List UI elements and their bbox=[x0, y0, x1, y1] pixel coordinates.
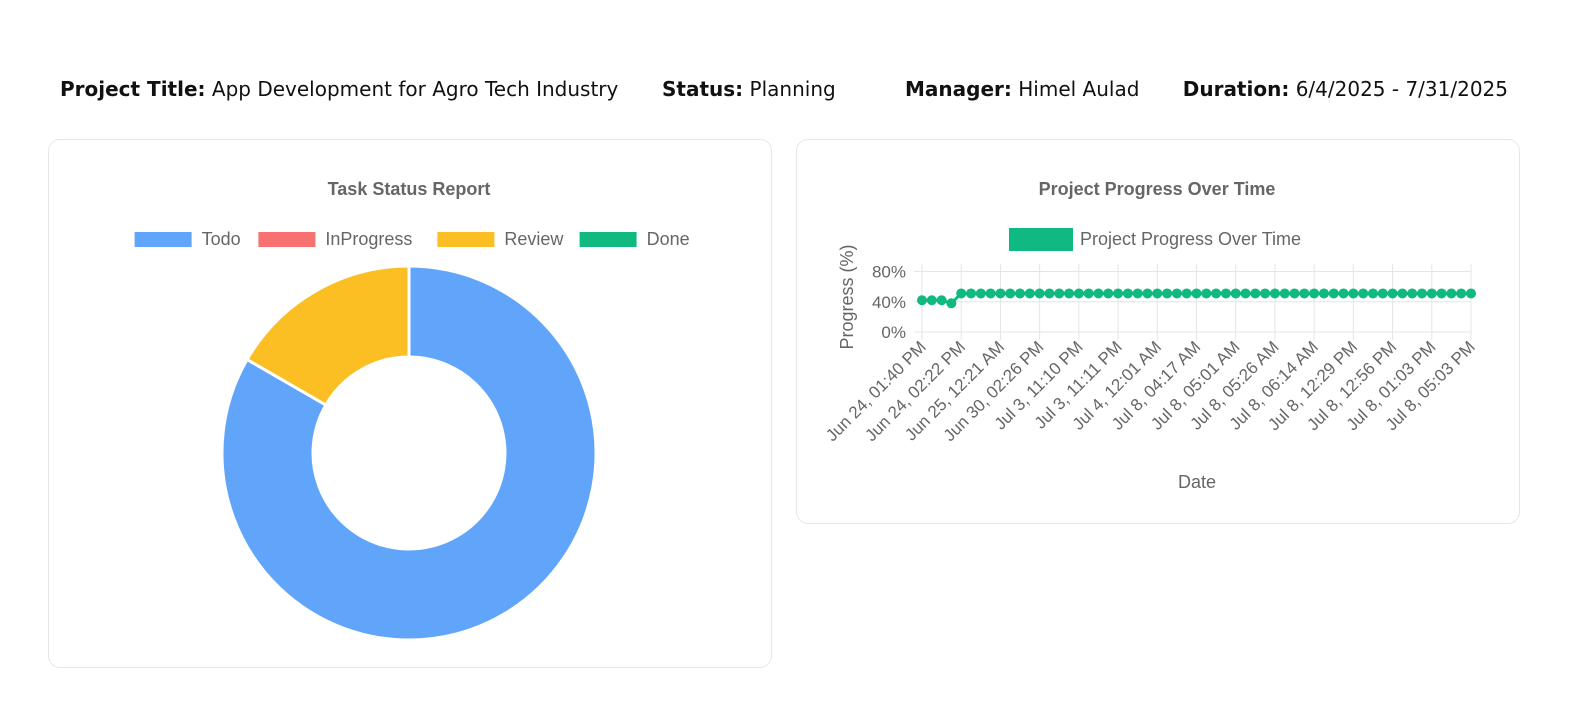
progress-x-ticks: Jun 24, 01:40 PMJun 24, 02:22 PMJun 25, … bbox=[822, 337, 1479, 445]
legend-label-review: Review bbox=[504, 229, 564, 249]
project-title: Project Title: App Development for Agro … bbox=[60, 74, 618, 104]
legend-swatch-todo bbox=[134, 232, 192, 247]
progress-grid bbox=[914, 264, 1472, 340]
progress-point[interactable] bbox=[1181, 288, 1192, 299]
progress-point[interactable] bbox=[1367, 288, 1378, 299]
progress-point[interactable] bbox=[1309, 288, 1320, 299]
legend-swatch-done bbox=[579, 232, 637, 247]
progress-point[interactable] bbox=[1456, 288, 1467, 299]
progress-point[interactable] bbox=[1230, 288, 1241, 299]
project-manager-label: Manager: bbox=[905, 77, 1012, 101]
progress-point[interactable] bbox=[995, 288, 1006, 299]
progress-point[interactable] bbox=[1093, 288, 1104, 299]
progress-point[interactable] bbox=[975, 288, 986, 299]
progress-point[interactable] bbox=[1152, 288, 1163, 299]
progress-point[interactable] bbox=[1171, 288, 1182, 299]
project-duration-label: Duration: bbox=[1182, 77, 1290, 101]
progress-point[interactable] bbox=[1220, 288, 1231, 299]
progress-point[interactable] bbox=[1348, 288, 1359, 299]
progress-chart: Project Progress Over Time Project Progr… bbox=[822, 179, 1479, 492]
project-manager-value: Himel Aulad bbox=[1018, 77, 1140, 101]
progress-y-ticks: 0% 40% 80% bbox=[872, 263, 906, 342]
progress-point[interactable] bbox=[1083, 288, 1094, 299]
progress-point[interactable] bbox=[1328, 288, 1339, 299]
progress-point[interactable] bbox=[1377, 288, 1388, 299]
progress-point[interactable] bbox=[1211, 288, 1222, 299]
progress-point[interactable] bbox=[1132, 288, 1143, 299]
progress-point[interactable] bbox=[1318, 288, 1329, 299]
legend-swatch-inprogress bbox=[258, 232, 316, 247]
progress-point[interactable] bbox=[1191, 288, 1202, 299]
progress-legend: Project Progress Over Time bbox=[1009, 228, 1301, 251]
progress-point[interactable] bbox=[1407, 288, 1418, 299]
progress-point[interactable] bbox=[1201, 288, 1212, 299]
project-title-value: App Development for Agro Tech Industry bbox=[211, 77, 619, 101]
progress-point[interactable] bbox=[956, 288, 967, 299]
progress-point[interactable] bbox=[1436, 288, 1447, 299]
progress-legend-label: Project Progress Over Time bbox=[1080, 229, 1301, 249]
task-status-chart: Task Status Report Todo InProgress Review D… bbox=[134, 179, 690, 642]
progress-point[interactable] bbox=[1446, 288, 1457, 299]
legend-label-inprogress: InProgress bbox=[325, 229, 412, 249]
progress-point[interactable] bbox=[1122, 288, 1133, 299]
progress-card: Project Progress Over Time Project Progr… bbox=[796, 139, 1520, 524]
progress-point[interactable] bbox=[1279, 288, 1290, 299]
legend-label-todo: Todo bbox=[202, 229, 241, 249]
progress-point[interactable] bbox=[1034, 288, 1045, 299]
y-tick-label: 80% bbox=[872, 263, 906, 282]
progress-point[interactable] bbox=[1299, 288, 1310, 299]
progress-point[interactable] bbox=[1416, 288, 1427, 299]
progress-legend-swatch bbox=[1009, 228, 1073, 251]
progress-point[interactable] bbox=[1289, 288, 1300, 299]
project-duration: Duration: 6/4/2025 - 7/31/2025 bbox=[1183, 74, 1508, 104]
progress-point[interactable] bbox=[1162, 288, 1173, 299]
progress-point[interactable] bbox=[1269, 288, 1280, 299]
progress-point[interactable] bbox=[1015, 288, 1026, 299]
progress-point[interactable] bbox=[1387, 288, 1398, 299]
progress-point[interactable] bbox=[936, 295, 947, 306]
task-status-card: Task Status Report Todo InProgress Review D… bbox=[48, 139, 772, 668]
progress-point[interactable] bbox=[1397, 288, 1408, 299]
progress-point[interactable] bbox=[1054, 288, 1065, 299]
progress-point[interactable] bbox=[1005, 288, 1016, 299]
project-status: Status: Planning bbox=[662, 74, 836, 104]
progress-point[interactable] bbox=[1103, 288, 1114, 299]
progress-point[interactable] bbox=[917, 295, 927, 306]
progress-point[interactable] bbox=[946, 298, 957, 309]
progress-point[interactable] bbox=[1073, 288, 1084, 299]
task-status-chart-title: Task Status Report bbox=[328, 179, 491, 199]
project-info-bar: Project Title: App Development for Agro … bbox=[0, 74, 1572, 104]
y-tick-label: 0% bbox=[881, 323, 906, 342]
project-status-value: Planning bbox=[749, 77, 836, 101]
legend-swatch-review bbox=[437, 232, 495, 247]
y-tick-label: 40% bbox=[872, 293, 906, 312]
progress-point[interactable] bbox=[1142, 288, 1153, 299]
progress-point[interactable] bbox=[1466, 288, 1476, 299]
task-status-slices bbox=[220, 264, 598, 642]
project-status-label: Status: bbox=[662, 77, 744, 101]
progress-point[interactable] bbox=[1113, 288, 1124, 299]
progress-point[interactable] bbox=[1064, 288, 1075, 299]
progress-point[interactable] bbox=[1338, 288, 1349, 299]
progress-point[interactable] bbox=[926, 295, 937, 306]
task-status-legend: Todo InProgress Review Done bbox=[134, 229, 690, 249]
progress-point[interactable] bbox=[966, 288, 977, 299]
progress-point[interactable] bbox=[1044, 288, 1055, 299]
project-manager: Manager: Himel Aulad bbox=[905, 74, 1139, 104]
progress-x-axis-title: Date bbox=[1178, 472, 1216, 492]
progress-point[interactable] bbox=[1024, 288, 1035, 299]
progress-y-axis-title: Progress (%) bbox=[837, 244, 857, 349]
progress-point[interactable] bbox=[1426, 288, 1437, 299]
progress-point[interactable] bbox=[1260, 288, 1271, 299]
legend-label-done: Done bbox=[647, 229, 690, 249]
progress-point[interactable] bbox=[985, 288, 996, 299]
progress-point[interactable] bbox=[1240, 288, 1251, 299]
progress-chart-title: Project Progress Over Time bbox=[1039, 179, 1276, 199]
progress-point[interactable] bbox=[1358, 288, 1369, 299]
project-title-label: Project Title: bbox=[60, 77, 206, 101]
progress-point[interactable] bbox=[1250, 288, 1261, 299]
project-duration-value: 6/4/2025 - 7/31/2025 bbox=[1295, 77, 1508, 101]
